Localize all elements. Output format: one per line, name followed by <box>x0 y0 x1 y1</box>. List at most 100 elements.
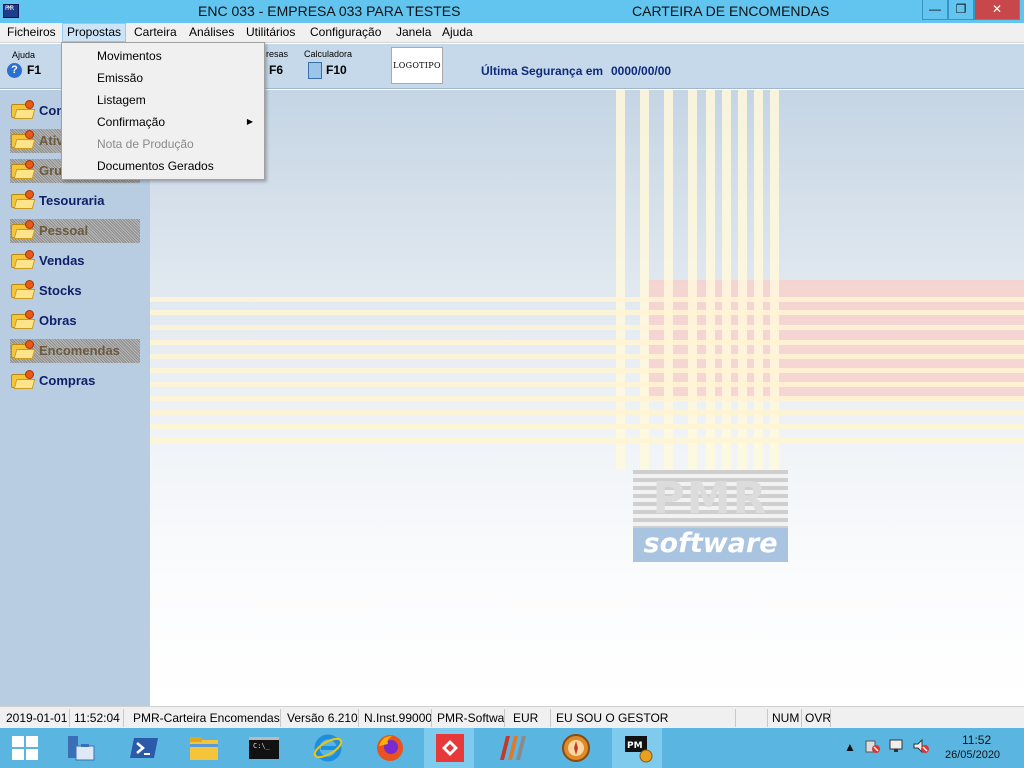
sidebar-item-label: Obras <box>39 313 77 328</box>
tray-network-warning-icon[interactable] <box>865 738 881 754</box>
status-install: N.Inst.99000 <box>364 709 432 727</box>
folder-icon <box>10 100 36 120</box>
menu-analises[interactable]: Análises <box>185 23 238 42</box>
status-version: Versão 6.210 <box>287 709 359 727</box>
background-stripe <box>150 297 1024 302</box>
sidebar-item-vendas[interactable]: Vendas <box>10 249 140 273</box>
status-bar: 2019-01-01 11:52:04 PMR-Carteira Encomen… <box>0 706 1024 728</box>
window-title: ENC 033 - EMPRESA 033 PARA TESTES <box>198 3 461 19</box>
tray-monitor-icon[interactable] <box>889 738 905 754</box>
background-stripe <box>150 310 1024 315</box>
propostas-dropdown-menu: Movimentos Emissão Listagem Confirmação ▶… <box>61 42 265 180</box>
menu-item-label: Emissão <box>97 71 144 85</box>
folder-icon <box>10 250 36 270</box>
sidebar-item-label: Encomendas <box>39 343 120 358</box>
menu-item-confirmacao[interactable]: Confirmação ▶ <box>63 111 263 133</box>
status-user: EU SOU O GESTOR <box>554 709 736 727</box>
last-backup-label: Última Segurança em <box>481 64 604 78</box>
sidebar-item-label: Vendas <box>39 253 85 268</box>
empresas-key[interactable]: F6 <box>269 63 283 77</box>
status-ovr: OVR <box>805 709 831 727</box>
help-key[interactable]: F1 <box>27 63 41 77</box>
menu-utilitarios[interactable]: Utilitários <box>242 23 299 42</box>
tray-speaker-muted-icon[interactable] <box>913 738 929 754</box>
sidebar-item-stocks[interactable]: Stocks <box>10 279 140 303</box>
menu-ajuda[interactable]: Ajuda <box>438 23 477 42</box>
background-stripe <box>150 354 1024 359</box>
calculator-icon[interactable] <box>308 62 322 79</box>
menu-configuracao[interactable]: Configuração <box>306 23 385 42</box>
status-empty <box>738 709 768 727</box>
main-area: PMR software <box>150 90 1024 706</box>
folder-icon <box>10 310 36 330</box>
title-bar: PMR ENC 033 - EMPRESA 033 PARA TESTES CA… <box>0 0 1024 23</box>
menu-ficheiros[interactable]: Ficheiros <box>3 23 60 42</box>
sidebar-item-label: Pessoal <box>39 223 89 238</box>
app-icon-glyph: PMR <box>5 5 14 12</box>
clock-date[interactable]: 26/05/2020 <box>945 749 1000 761</box>
background-stripe <box>150 410 1024 415</box>
background-stripe <box>150 438 1024 443</box>
compass-app-icon[interactable] <box>560 732 592 764</box>
help-icon[interactable]: ? <box>7 63 22 78</box>
folder-icon <box>10 190 36 210</box>
pmr-logo-top: PMR <box>633 470 788 528</box>
menu-item-emissao[interactable]: Emissão <box>63 67 263 89</box>
windows-start-icon[interactable] <box>10 733 40 763</box>
help-label: Ajuda <box>12 50 36 60</box>
folder-icon <box>10 220 36 240</box>
pmr-encomendas-icon[interactable]: PM <box>622 732 654 764</box>
menu-bar: Ficheiros Propostas Carteira Análises Ut… <box>0 23 1024 43</box>
empresas-label: resas <box>266 49 289 59</box>
menu-propostas[interactable]: Propostas <box>62 23 127 42</box>
internet-explorer-icon[interactable] <box>312 732 344 764</box>
folder-icon <box>10 280 36 300</box>
calculator-label: Calculadora <box>304 49 353 59</box>
sidebar-item-compras[interactable]: Compras <box>10 369 140 393</box>
menu-item-label: Documentos Gerados <box>97 159 214 173</box>
powershell-icon[interactable] <box>128 732 160 764</box>
menu-item-nota-de-producao: Nota de Produção <box>63 133 263 155</box>
sidebar-item-tesouraria[interactable]: Tesouraria <box>10 189 140 213</box>
command-prompt-icon[interactable]: C:\_ <box>248 732 280 764</box>
background-stripe <box>150 396 1024 401</box>
anydesk-icon[interactable] <box>434 732 466 764</box>
menu-item-documentos-gerados[interactable]: Documentos Gerados <box>63 155 263 177</box>
calculator-key[interactable]: F10 <box>326 63 347 77</box>
menu-item-movimentos[interactable]: Movimentos <box>63 45 263 67</box>
close-button[interactable]: ✕ <box>974 0 1020 20</box>
clock-time[interactable]: 11:52 <box>962 733 991 747</box>
background-stripe <box>150 325 1024 330</box>
sidebar-item-pessoal: Pessoal <box>10 219 140 243</box>
menu-item-listagem[interactable]: Listagem <box>63 89 263 111</box>
firefox-icon[interactable] <box>374 732 406 764</box>
background-stripe <box>150 368 1024 373</box>
pmr-app-icon[interactable] <box>496 732 528 764</box>
sidebar-item-obras[interactable]: Obras <box>10 309 140 333</box>
sidebar-item-label: Tesouraria <box>39 193 105 208</box>
menu-janela[interactable]: Janela <box>392 23 435 42</box>
last-backup-date: 0000/00/00 <box>611 64 672 78</box>
status-app: PMR-Carteira Encomendas <box>133 709 281 727</box>
app-icon[interactable]: PMR <box>3 4 19 18</box>
minimize-button[interactable]: — <box>922 0 948 20</box>
menu-item-label: Listagem <box>97 93 146 107</box>
folder-icon <box>10 130 36 150</box>
server-manager-icon[interactable] <box>64 732 96 764</box>
menu-item-label: Movimentos <box>97 49 162 63</box>
folder-icon <box>10 340 36 360</box>
status-num: NUM <box>770 709 802 727</box>
menu-carteira[interactable]: Carteira <box>130 23 181 42</box>
status-currency: EUR <box>511 709 551 727</box>
restore-button[interactable]: ❐ <box>948 0 974 20</box>
module-title: CARTEIRA DE ENCOMENDAS <box>632 3 830 19</box>
file-explorer-icon[interactable] <box>188 732 220 764</box>
sidebar-item-label: Stocks <box>39 283 82 298</box>
sidebar-item-label: Compras <box>39 373 96 388</box>
submenu-arrow-icon: ▶ <box>246 117 253 126</box>
folder-icon <box>10 160 36 180</box>
background-stripe <box>150 382 1024 387</box>
status-date: 2019-01-01 <box>4 709 70 727</box>
tray-chevron-icon[interactable]: ▲ <box>844 740 856 754</box>
status-vendor: PMR-Softwar <box>437 709 505 727</box>
